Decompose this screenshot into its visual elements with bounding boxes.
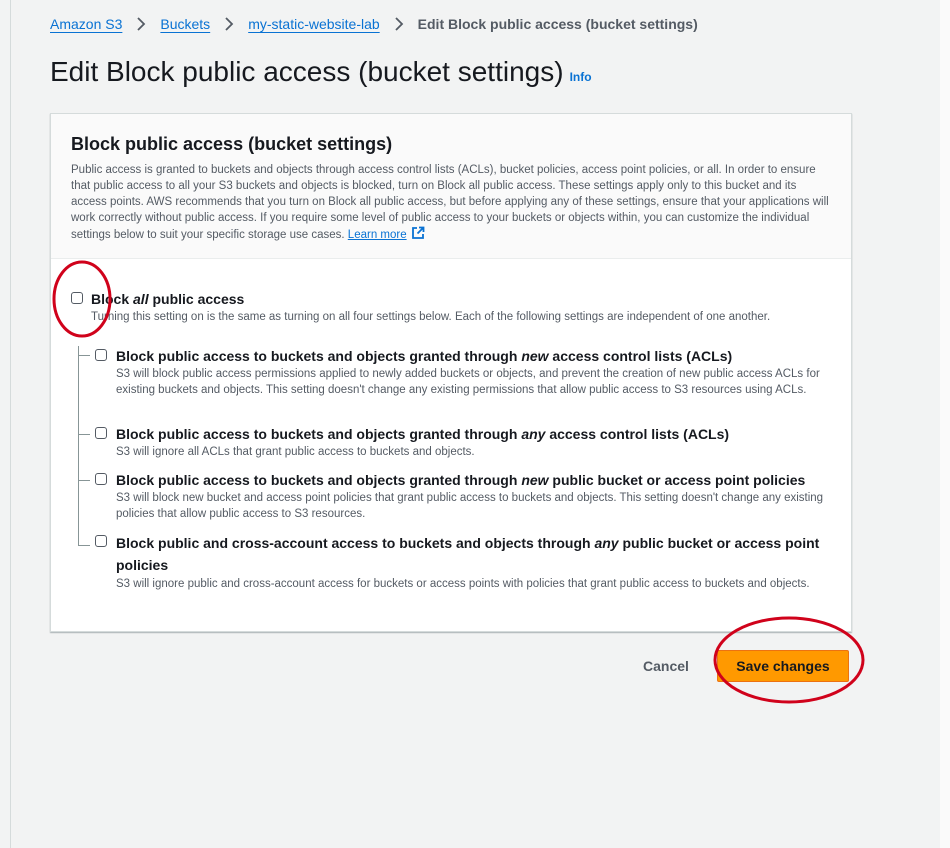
setting-text: Block public and cross-account access to… <box>116 532 835 592</box>
page-left-border <box>10 0 11 848</box>
setting-any-policies-label[interactable]: Block public and cross-account access to… <box>116 532 835 576</box>
setting-any-acls: Block public access to buckets and objec… <box>95 424 835 460</box>
tree-branch <box>78 480 90 481</box>
setting-new-acls-checkbox[interactable] <box>95 349 107 361</box>
setting-new-policies-label[interactable]: Block public access to buckets and objec… <box>116 470 835 490</box>
setting-any-policies-description: S3 will ignore public and cross-account … <box>116 578 810 590</box>
block-all-description: Turning this setting on is the same as t… <box>91 311 771 323</box>
label-part: public bucket or access point policies <box>548 472 806 488</box>
block-all-text: Block all public access Turning this set… <box>91 289 770 325</box>
label-emphasis: new <box>521 348 549 364</box>
breadcrumb-bucket-name[interactable]: my-static-website-lab <box>248 16 379 32</box>
label-part: public access <box>148 291 245 307</box>
setting-new-policies-checkbox[interactable] <box>95 473 107 485</box>
label-part: Block public and cross-account access to… <box>116 535 595 551</box>
setting-any-policies-checkbox[interactable] <box>95 535 107 547</box>
breadcrumb-buckets[interactable]: Buckets <box>160 16 210 32</box>
label-emphasis: any <box>594 535 619 551</box>
chevron-right-icon <box>395 17 403 31</box>
setting-any-acls-label[interactable]: Block public access to buckets and objec… <box>116 424 729 444</box>
info-link[interactable]: Info <box>570 70 592 84</box>
page-title: Edit Block public access (bucket setting… <box>50 56 592 88</box>
label-part: Block public access to buckets and objec… <box>116 426 522 442</box>
panel-title: Block public access (bucket settings) <box>71 134 393 154</box>
setting-new-policies-description: S3 will block new bucket and access poin… <box>116 492 824 520</box>
setting-any-policies: Block public and cross-account access to… <box>95 532 835 592</box>
label-emphasis: new <box>521 472 549 488</box>
panel-description: Public access is granted to buckets and … <box>71 162 831 243</box>
external-link-icon[interactable] <box>411 226 425 240</box>
label-part: access control lists (ACLs) <box>548 348 733 364</box>
tree-branch <box>78 434 90 435</box>
breadcrumb-current: Edit Block public access (bucket setting… <box>417 16 698 32</box>
setting-text: Block public access to buckets and objec… <box>116 346 835 398</box>
page-right-strip <box>940 0 950 848</box>
label-emphasis: all <box>133 291 149 307</box>
setting-text: Block public access to buckets and objec… <box>116 470 835 522</box>
chevron-right-icon <box>225 17 234 31</box>
label-emphasis: any <box>521 426 546 442</box>
learn-more-link[interactable]: Learn more <box>348 229 407 241</box>
setting-text: Block public access to buckets and objec… <box>116 424 729 460</box>
save-changes-button[interactable]: Save changes <box>717 650 849 682</box>
breadcrumb: Amazon S3 Buckets my-static-website-lab … <box>50 16 698 32</box>
cancel-button[interactable]: Cancel <box>630 652 702 680</box>
tree-branch <box>78 545 90 546</box>
tree-branch <box>78 355 90 356</box>
panel-header: Block public access (bucket settings) Pu… <box>51 114 851 259</box>
setting-new-acls-label[interactable]: Block public access to buckets and objec… <box>116 346 835 366</box>
block-all-checkbox[interactable] <box>71 292 83 304</box>
label-part: Block public access to buckets and objec… <box>116 348 522 364</box>
label-part: Block public access to buckets and objec… <box>116 472 522 488</box>
setting-new-policies: Block public access to buckets and objec… <box>95 470 835 522</box>
panel-description-text: Public access is granted to buckets and … <box>71 164 829 241</box>
setting-any-acls-checkbox[interactable] <box>95 427 107 439</box>
breadcrumb-amazon-s3[interactable]: Amazon S3 <box>50 16 122 32</box>
page-title-text: Edit Block public access (bucket setting… <box>50 56 564 87</box>
label-part: Block <box>91 291 134 307</box>
block-public-access-panel: Block public access (bucket settings) Pu… <box>50 113 852 632</box>
chevron-right-icon <box>137 17 146 31</box>
setting-any-acls-description: S3 will ignore all ACLs that grant publi… <box>116 446 475 458</box>
block-all-label[interactable]: Block all public access <box>91 289 770 309</box>
label-part: access control lists (ACLs) <box>545 426 730 442</box>
setting-new-acls-description: S3 will block public access permissions … <box>116 368 820 396</box>
setting-new-acls: Block public access to buckets and objec… <box>95 346 835 398</box>
block-all-setting: Block all public access Turning this set… <box>71 289 831 325</box>
settings-tree-line <box>78 346 79 546</box>
